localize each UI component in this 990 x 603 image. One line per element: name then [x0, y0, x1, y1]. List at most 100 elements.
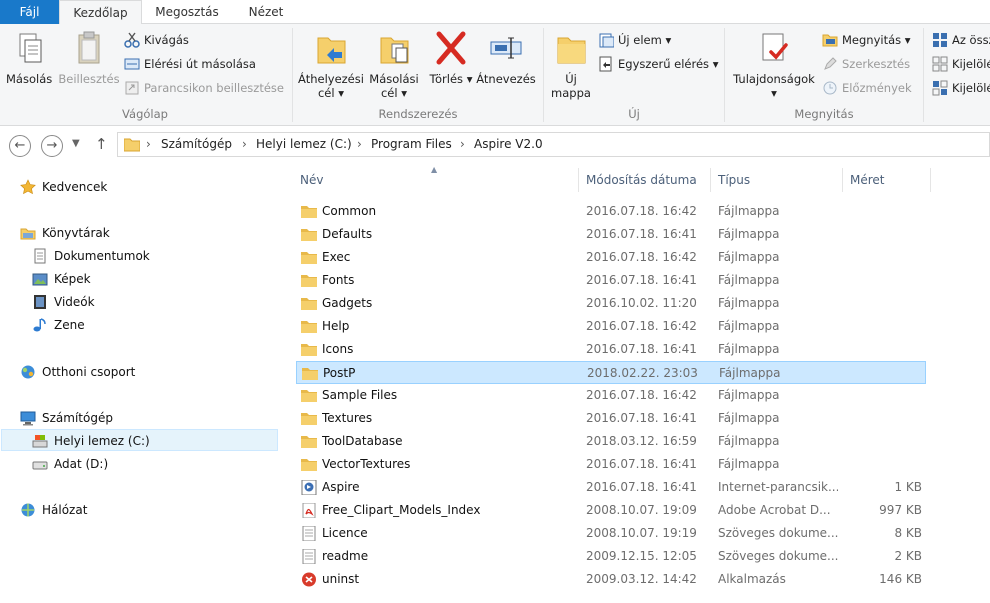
folder-icon	[301, 204, 317, 219]
sidebar-item-label: Hálózat	[42, 503, 88, 517]
column-divider[interactable]	[578, 168, 579, 192]
select-none-icon	[932, 56, 948, 72]
file-row[interactable]: Gadgets 2016.10.02. 11:20 Fájlmappa	[296, 292, 926, 315]
chevron-down-icon: ▾	[397, 86, 408, 100]
sidebar-item-label: Zene	[54, 318, 85, 332]
file-row[interactable]: VectorTextures 2016.07.18. 16:41 Fájlmappa	[296, 453, 926, 476]
column-divider[interactable]	[930, 168, 931, 192]
file-row[interactable]: Fonts 2016.07.18. 16:41 Fájlmappa	[296, 269, 926, 292]
breadcrumb-separator: ›	[460, 137, 465, 151]
column-header-date[interactable]: Módosítás dátuma	[586, 168, 697, 192]
sidebar-item-data-disk[interactable]: Adat (D:)	[32, 453, 108, 475]
open-button[interactable]: Megnyitás ▾	[822, 30, 911, 50]
sidebar-item-label: Adat (D:)	[54, 457, 109, 471]
sidebar-item-homegroup[interactable]: Otthoni csoport	[20, 361, 135, 383]
forward-button[interactable]: →	[41, 135, 63, 157]
breadcrumb-aspire[interactable]: Aspire V2.0	[474, 137, 543, 151]
column-divider[interactable]	[842, 168, 843, 192]
file-row[interactable]: Aspire 2016.07.18. 16:41 Internet-parancsi…	[296, 476, 926, 499]
sidebar-item-computer[interactable]: Számítógép	[20, 407, 113, 429]
file-type: Fájlmappa	[718, 411, 780, 425]
file-type: Fájlmappa	[718, 434, 780, 448]
delete-button[interactable]: Törlés ▾	[428, 30, 474, 86]
properties-icon	[757, 30, 791, 68]
rename-button[interactable]: Átnevezés	[476, 30, 536, 86]
sidebar-item-pictures[interactable]: Képek	[32, 268, 91, 290]
file-row[interactable]: Textures 2016.07.18. 16:41 Fájlmappa	[296, 407, 926, 430]
file-name: Licence	[322, 526, 368, 540]
sidebar-item-videos[interactable]: Videók	[32, 291, 95, 313]
copy-path-button[interactable]: Elérési út másolása	[124, 54, 256, 74]
rename-label: Átnevezés	[476, 72, 536, 86]
file-name: Fonts	[322, 273, 355, 287]
file-row[interactable]: Common 2016.07.18. 16:42 Fájlmappa	[296, 200, 926, 223]
copy-icon	[12, 30, 46, 68]
breadcrumb-program-files[interactable]: Program Files	[371, 137, 452, 151]
file-type: Alkalmazás	[718, 572, 786, 586]
app-icon	[301, 572, 317, 587]
file-row[interactable]: Defaults 2016.07.18. 16:41 Fájlmappa	[296, 223, 926, 246]
file-date: 2016.07.18. 16:41	[586, 227, 697, 241]
column-header-size[interactable]: Méret	[850, 168, 885, 192]
up-button[interactable]: ↑	[95, 135, 108, 153]
copy-to-button[interactable]: Másolási cél ▾	[366, 30, 422, 100]
address-bar[interactable]: › Számítógép › Helyi lemez (C:) › Progra…	[117, 132, 990, 157]
new-item-button[interactable]: Új elem ▾	[598, 30, 671, 50]
sidebar-item-label: Dokumentumok	[54, 249, 150, 263]
sidebar-item-network[interactable]: Hálózat	[20, 499, 87, 521]
column-header-type[interactable]: Típus	[718, 168, 750, 192]
sidebar-item-libraries[interactable]: Könyvtárak	[20, 222, 110, 244]
properties-button[interactable]: Tulajdonságok ▾	[730, 30, 818, 100]
file-row[interactable]: Free_Clipart_Models_Index 2008.10.07. 19:…	[296, 499, 926, 522]
group-label-new: Új	[628, 107, 640, 121]
breadcrumb-local-disk[interactable]: Helyi lemez (C:)	[256, 137, 352, 151]
file-row[interactable]: Licence 2008.10.07. 19:19 Szöveges dokume.…	[296, 522, 926, 545]
file-row[interactable]: Icons 2016.07.18. 16:41 Fájlmappa	[296, 338, 926, 361]
file-row[interactable]: readme 2009.12.15. 12:05 Szöveges dokume..…	[296, 545, 926, 568]
sidebar-item-music[interactable]: Zene	[32, 314, 85, 336]
sidebar-item-documents[interactable]: Dokumentumok	[32, 245, 150, 267]
sidebar-item-favorites[interactable]: Kedvencek	[20, 176, 107, 198]
back-button[interactable]: ←	[9, 135, 31, 157]
column-divider[interactable]	[710, 168, 711, 192]
library-icon	[20, 225, 36, 241]
easy-access-icon	[598, 56, 614, 72]
file-row[interactable]: ToolDatabase 2018.03.12. 16:59 Fájlmappa	[296, 430, 926, 453]
file-row[interactable]: Help 2016.07.18. 16:42 Fájlmappa	[296, 315, 926, 338]
paste-shortcut-icon	[124, 80, 140, 96]
tab-share[interactable]: Megosztás	[142, 0, 232, 24]
invert-selection-button[interactable]: Kijelölé	[932, 78, 990, 98]
tab-file[interactable]: Fájl	[0, 0, 59, 24]
new-folder-button[interactable]: Új mappa	[548, 30, 594, 100]
easy-access-button[interactable]: Egyszerű elérés ▾	[598, 54, 718, 74]
file-row[interactable]: Sample Files 2016.07.18. 16:42 Fájlmappa	[296, 384, 926, 407]
file-row[interactable]: PostP 2018.02.22. 23:03 Fájlmappa	[296, 361, 926, 384]
file-date: 2009.03.12. 14:42	[586, 572, 697, 586]
new-folder-label-1: Új	[565, 72, 577, 86]
history-button[interactable]: Előzmények	[822, 78, 912, 98]
tab-view[interactable]: Nézet	[232, 0, 300, 24]
paste-shortcut-button[interactable]: Parancsikon beillesztése	[124, 78, 284, 98]
file-date: 2016.07.18. 16:41	[586, 273, 697, 287]
open-folder-icon	[822, 32, 838, 48]
move-to-button[interactable]: Áthelyezési cél ▾	[298, 30, 364, 100]
file-name: PostP	[323, 366, 356, 380]
paste-label: Beillesztés	[58, 72, 120, 86]
column-header-name[interactable]: Név	[300, 168, 323, 192]
paste-button[interactable]: Beillesztés	[58, 30, 120, 86]
cut-button[interactable]: Kivágás	[124, 30, 189, 50]
file-type: Adobe Acrobat D...	[718, 503, 831, 517]
select-all-button[interactable]: Az össz	[932, 30, 990, 50]
recent-locations-button[interactable]: ▼	[72, 138, 80, 149]
folder-icon	[301, 411, 317, 426]
edit-button[interactable]: Szerkesztés	[822, 54, 910, 74]
chevron-down-icon: ▾	[334, 86, 345, 100]
sidebar-item-local-disk[interactable]: Helyi lemez (C:)	[1, 429, 278, 451]
tab-home[interactable]: Kezdőlap	[59, 0, 142, 25]
sidebar-item-label: Helyi lemez (C:)	[54, 434, 150, 448]
breadcrumb-computer[interactable]: Számítógép	[161, 137, 232, 151]
select-none-button[interactable]: Kijelölé	[932, 54, 990, 74]
file-row[interactable]: uninst 2009.03.12. 14:42 Alkalmazás 146 KB	[296, 568, 926, 591]
copy-button[interactable]: Másolás	[6, 30, 52, 86]
file-row[interactable]: Exec 2016.07.18. 16:42 Fájlmappa	[296, 246, 926, 269]
